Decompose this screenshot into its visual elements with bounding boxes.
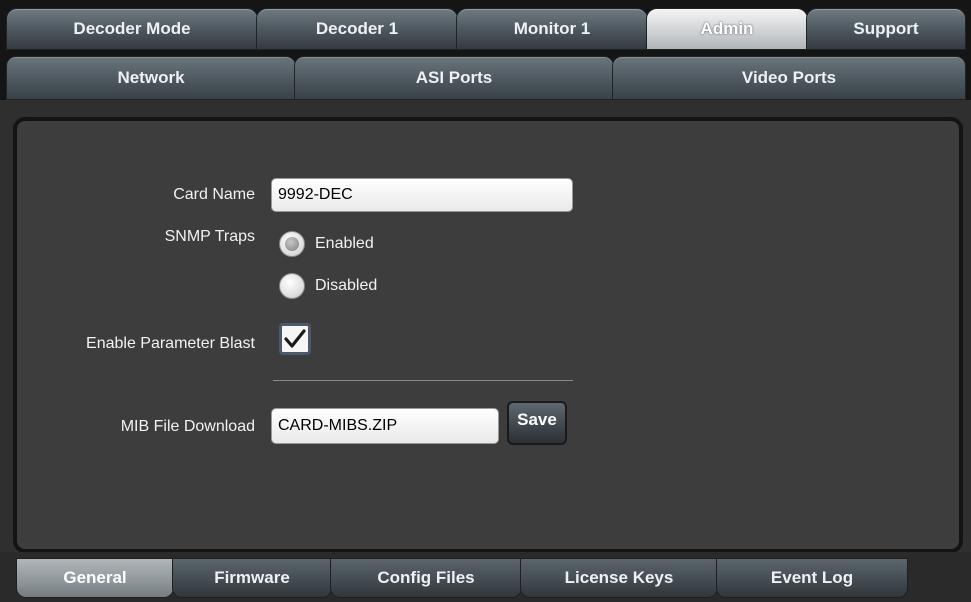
snmp-traps-label: SNMP Traps — [164, 228, 255, 245]
tab-asi-ports[interactable]: ASI Ports — [294, 56, 614, 100]
tab-asi-ports-label: ASI Ports — [415, 68, 493, 87]
save-button[interactable]: Save — [507, 401, 567, 445]
tab-decoder-1[interactable]: Decoder 1 — [256, 8, 458, 50]
content-frame: Card Name 9992-DEC SNMP Traps Enabled Di… — [0, 100, 971, 553]
tab-admin[interactable]: Admin — [646, 8, 808, 50]
tab-decoder-mode[interactable]: Decoder Mode — [6, 8, 258, 50]
tab-monitor-1[interactable]: Monitor 1 — [456, 8, 648, 50]
tab-config-files-label: Config Files — [377, 568, 475, 587]
snmp-enabled-label: Enabled — [315, 235, 374, 252]
general-settings-panel: Card Name 9992-DEC SNMP Traps Enabled Di… — [13, 117, 963, 553]
tab-decoder-1-label: Decoder 1 — [315, 19, 399, 38]
tab-event-log[interactable]: Event Log — [716, 558, 908, 598]
save-button-label: Save — [517, 410, 557, 429]
card-name-label: Card Name — [173, 186, 255, 203]
tab-general-label: General — [63, 568, 127, 587]
snmp-enabled-radio[interactable] — [279, 231, 305, 257]
snmp-disabled-radio[interactable] — [279, 273, 305, 299]
tab-network-label: Network — [117, 68, 185, 87]
tab-network[interactable]: Network — [6, 56, 296, 100]
tab-firmware-label: Firmware — [214, 568, 290, 587]
tab-config-files[interactable]: Config Files — [330, 558, 522, 598]
card-name-value: 9992-DEC — [278, 186, 353, 203]
mib-file-input[interactable]: CARD-MIBS.ZIP — [271, 408, 499, 444]
tab-support-label: Support — [853, 19, 919, 38]
divider — [273, 380, 573, 381]
tab-support[interactable]: Support — [806, 8, 966, 50]
param-blast-checkbox[interactable] — [279, 323, 311, 355]
tab-general[interactable]: General — [16, 558, 174, 598]
tab-event-log-label: Event Log — [770, 568, 854, 587]
admin-subtab-bar: Network ASI Ports Video Ports — [0, 56, 971, 100]
admin-bottom-tab-bar: General Firmware Config Files License Ke… — [0, 552, 971, 602]
main-tab-bar: Decoder Mode Decoder 1 Monitor 1 Admin S… — [0, 0, 971, 56]
tab-video-ports[interactable]: Video Ports — [612, 56, 966, 100]
tab-decoder-mode-label: Decoder Mode — [73, 19, 191, 38]
snmp-disabled-label: Disabled — [315, 277, 378, 294]
card-name-input[interactable]: 9992-DEC — [271, 178, 573, 212]
tab-monitor-1-label: Monitor 1 — [513, 19, 591, 38]
tab-license-keys-label: License Keys — [564, 568, 674, 587]
mib-file-value: CARD-MIBS.ZIP — [278, 417, 398, 434]
param-blast-label: Enable Parameter Blast — [86, 335, 255, 352]
tab-license-keys[interactable]: License Keys — [520, 558, 718, 598]
tab-admin-label: Admin — [700, 19, 754, 38]
checkmark-icon — [284, 329, 306, 348]
mib-download-label: MIB File Download — [120, 418, 255, 435]
tab-video-ports-label: Video Ports — [741, 68, 837, 87]
tab-firmware[interactable]: Firmware — [172, 558, 332, 598]
